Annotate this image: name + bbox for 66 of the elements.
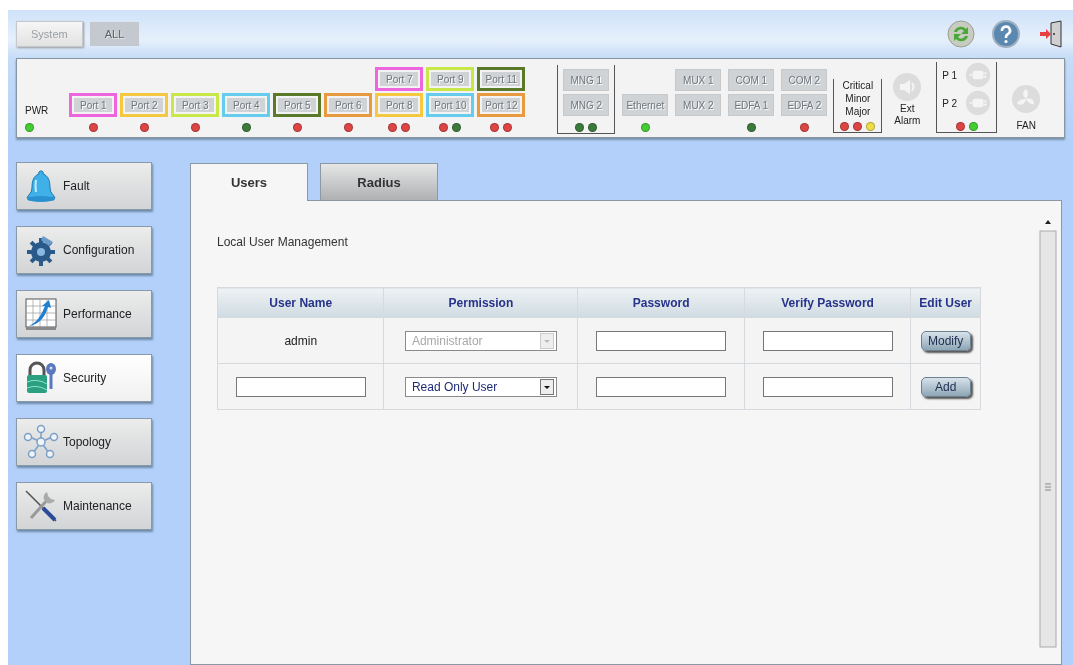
password-field[interactable] bbox=[596, 376, 727, 397]
sidebar-button[interactable]: Maintenance bbox=[16, 482, 152, 530]
fan-icon bbox=[1011, 84, 1042, 114]
exit-door-icon[interactable] bbox=[1037, 20, 1065, 48]
verify-password-field[interactable] bbox=[762, 330, 893, 351]
port-button[interactable]: Port 4 bbox=[222, 93, 271, 117]
port-button[interactable]: Port 1 bbox=[69, 93, 118, 117]
tools-icon bbox=[23, 488, 59, 524]
permission-dropdown[interactable]: Read Only User bbox=[404, 376, 557, 397]
port-button[interactable]: Port 2 bbox=[120, 93, 169, 117]
module-button[interactable]: MNG 1 bbox=[563, 69, 610, 91]
alarm-level-label: Critical bbox=[841, 79, 875, 92]
column-header: Verify Password bbox=[744, 287, 911, 318]
column-header: Password bbox=[577, 287, 745, 318]
module-button[interactable]: COM 2 bbox=[781, 69, 828, 91]
port-button[interactable]: Port 7 bbox=[375, 67, 424, 91]
tab[interactable]: Users bbox=[190, 163, 308, 201]
alarm-level-label: Minor bbox=[844, 92, 872, 105]
power-supply-label: P 2 bbox=[942, 97, 958, 109]
module-button[interactable]: COM 1 bbox=[728, 69, 775, 91]
add-button[interactable]: Add bbox=[920, 376, 971, 397]
bell-icon bbox=[23, 168, 59, 204]
column-header: Edit User bbox=[910, 287, 981, 318]
plug-icon bbox=[965, 62, 992, 88]
sidebar-button[interactable]: Configuration bbox=[16, 226, 152, 274]
sidebar-button[interactable]: Fault bbox=[16, 162, 152, 210]
power-label: PWR bbox=[25, 105, 49, 116]
sidebar-button[interactable]: Topology bbox=[16, 418, 152, 466]
port-button[interactable]: Port 3 bbox=[171, 93, 220, 117]
module-button[interactable]: Ethernet bbox=[622, 94, 669, 116]
modify-button[interactable]: Modify bbox=[920, 330, 971, 351]
module-button[interactable]: MUX 1 bbox=[675, 69, 722, 91]
chart-icon bbox=[23, 296, 59, 332]
port-button[interactable]: Port 10 bbox=[426, 93, 475, 117]
speaker-icon bbox=[892, 72, 923, 102]
help-icon[interactable] bbox=[992, 20, 1020, 48]
module-button[interactable]: MNG 2 bbox=[563, 94, 610, 116]
column-header: Permission bbox=[383, 287, 578, 318]
port-button[interactable]: Port 5 bbox=[273, 93, 322, 117]
sidebar-button[interactable]: Performance bbox=[16, 290, 152, 338]
plug-icon bbox=[965, 90, 992, 116]
network-icon bbox=[23, 424, 59, 460]
verify-password-field[interactable] bbox=[762, 376, 893, 397]
column-header: User Name bbox=[217, 287, 384, 318]
port-button[interactable]: Port 6 bbox=[324, 93, 373, 117]
port-button[interactable]: Port 8 bbox=[375, 93, 424, 117]
tab[interactable]: Radius bbox=[320, 163, 438, 200]
sidebar-button[interactable]: Security bbox=[16, 354, 152, 402]
ext-alarm-label: Ext Alarm bbox=[893, 103, 922, 127]
view-button[interactable]: ALL bbox=[89, 22, 140, 46]
fan-label: FAN bbox=[1016, 120, 1036, 131]
password-field[interactable] bbox=[596, 330, 727, 351]
port-button[interactable]: Port 9 bbox=[426, 67, 475, 91]
power-supply-label: P 1 bbox=[942, 69, 958, 81]
module-button[interactable]: MUX 2 bbox=[675, 94, 722, 116]
refresh-icon[interactable] bbox=[947, 20, 975, 48]
port-button[interactable]: Port 11 bbox=[477, 67, 526, 91]
scrollbar-thumb[interactable] bbox=[1039, 229, 1057, 649]
user-name-field[interactable] bbox=[235, 376, 366, 397]
section-title: Local User Management bbox=[217, 235, 349, 249]
alarm-level-label: Major bbox=[844, 105, 872, 118]
table-cell: admin bbox=[217, 317, 384, 364]
port-button[interactable]: Port 12 bbox=[477, 93, 526, 117]
view-button[interactable]: System bbox=[16, 21, 83, 47]
module-button[interactable]: EDFA 1 bbox=[728, 94, 775, 116]
module-button[interactable]: EDFA 2 bbox=[781, 94, 828, 116]
